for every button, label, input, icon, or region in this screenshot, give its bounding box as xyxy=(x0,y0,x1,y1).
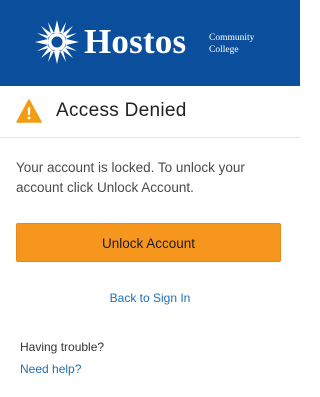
unlock-account-button[interactable]: Unlock Account xyxy=(16,223,281,262)
help-prompt: Having trouble? xyxy=(20,340,105,354)
brand-name: Hostos xyxy=(84,22,187,61)
page-title: Access Denied xyxy=(56,100,187,121)
back-to-sign-in-link[interactable]: Back to Sign In xyxy=(0,289,300,307)
site-header: Hostos Community College xyxy=(0,0,300,86)
notice-title-row: Access Denied xyxy=(0,86,300,138)
college-logo: Hostos Community College xyxy=(34,16,274,68)
brand-tagline-line2: College xyxy=(209,45,239,55)
need-help-link[interactable]: Need help? xyxy=(20,361,81,377)
warning-icon xyxy=(16,99,42,123)
lock-message: Your account is locked. To unlock your a… xyxy=(16,160,245,195)
brand-tagline: Community College xyxy=(209,32,254,56)
brand-tagline-line1: Community xyxy=(209,33,255,43)
sun-icon xyxy=(35,20,79,64)
